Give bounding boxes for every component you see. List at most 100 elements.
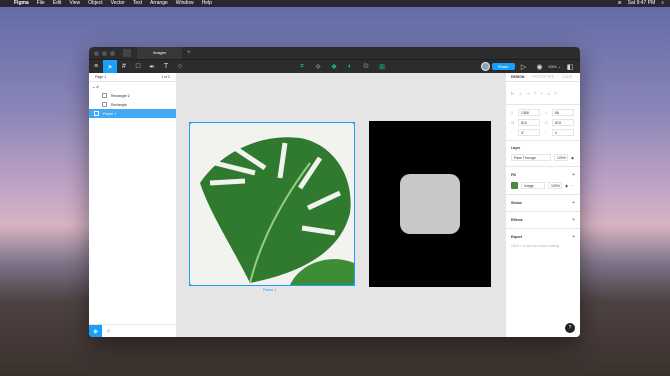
- share-button[interactable]: Share: [491, 63, 515, 70]
- monstera-leaf-image: [190, 123, 354, 285]
- rectangle-icon: [102, 93, 107, 98]
- corner-radius-field[interactable]: 0: [552, 129, 574, 136]
- search-icon[interactable]: ⌕: [661, 0, 664, 7]
- new-tab-button[interactable]: +: [187, 50, 191, 56]
- resize-handle[interactable]: [190, 123, 191, 124]
- rectangle-tool-icon[interactable]: □: [131, 60, 145, 74]
- rotation-icon: °: [511, 130, 513, 135]
- menu-text[interactable]: Text: [133, 0, 142, 7]
- fill-section-title: Fill: [511, 173, 517, 177]
- pages-header[interactable]: Page 1 1 of 2: [89, 73, 176, 82]
- stroke-section: Stroke +: [506, 195, 580, 212]
- home-icon[interactable]: [123, 49, 131, 57]
- close-window-button[interactable]: [94, 50, 99, 56]
- frame-layer-icon: [94, 111, 99, 116]
- toolbar-center-group: ⌗ ✥ ❖ ◐ ⧉ ⊞: [295, 60, 389, 74]
- layer-row[interactable]: ⌄ #: [89, 82, 176, 91]
- resize-icon[interactable]: ⊞: [375, 60, 389, 74]
- tab-prototype[interactable]: PROTOTYPE: [532, 75, 554, 79]
- mask-icon[interactable]: ◐: [343, 60, 357, 74]
- rotation-field[interactable]: 0°: [518, 129, 540, 136]
- align-bottom-icon[interactable]: ⊥: [547, 91, 550, 96]
- main-menu-icon[interactable]: ≡: [89, 60, 103, 74]
- menubar-clock: Sat 9:47 PM: [627, 0, 656, 6]
- pen-tool-icon[interactable]: ✒: [145, 60, 159, 74]
- zoom-dropdown[interactable]: 63% ⌄: [549, 64, 561, 69]
- layer-label: Frame 1: [103, 111, 117, 116]
- fill-type[interactable]: Image: [521, 182, 545, 189]
- zoom-window-button[interactable]: [110, 50, 115, 56]
- present-icon[interactable]: ▷: [517, 60, 531, 74]
- move-tool-icon[interactable]: ➤: [103, 59, 117, 74]
- text-tool-icon[interactable]: T: [159, 60, 173, 74]
- menu-object[interactable]: Object: [88, 0, 102, 7]
- create-component-icon[interactable]: ❖: [327, 60, 341, 74]
- align-left-icon[interactable]: ⊢: [511, 91, 514, 96]
- menu-window[interactable]: Window: [176, 0, 194, 7]
- black-frame[interactable]: [369, 121, 491, 287]
- height-field[interactable]: 813: [552, 119, 574, 126]
- align-right-icon[interactable]: ⊣: [526, 91, 529, 96]
- resize-handle[interactable]: [190, 284, 191, 285]
- effects-section: Effects +: [506, 212, 580, 229]
- comment-tool-icon[interactable]: ○: [173, 60, 187, 74]
- layer-section: Layer Pass Through 100% ◉: [506, 141, 580, 167]
- menu-app-name[interactable]: Figma: [14, 0, 29, 7]
- align-center-icon[interactable]: ⊥: [518, 91, 521, 96]
- align-top-icon[interactable]: ⊤: [533, 91, 536, 96]
- resize-handle[interactable]: [353, 123, 354, 124]
- add-fill-icon[interactable]: +: [572, 172, 575, 178]
- crop-icon[interactable]: ⌗: [295, 60, 309, 74]
- page-name: Page 1: [95, 75, 107, 79]
- add-effect-icon[interactable]: +: [572, 217, 575, 223]
- wifi-icon[interactable]: ≋: [617, 0, 621, 7]
- corner-radius-icon: ⌜: [545, 130, 547, 135]
- tab-code[interactable]: CODE: [562, 75, 572, 79]
- menu-edit[interactable]: Edit: [53, 0, 62, 7]
- add-export-icon[interactable]: +: [572, 234, 575, 240]
- fill-opacity-field[interactable]: 100%: [548, 182, 562, 189]
- rounded-rectangle[interactable]: [400, 174, 460, 234]
- frame-tool-icon[interactable]: #: [117, 60, 131, 74]
- add-stroke-icon[interactable]: +: [572, 200, 575, 206]
- layer-row[interactable]: Rectangle 2: [89, 91, 176, 100]
- component-icon[interactable]: ✥: [311, 60, 325, 74]
- menu-vector[interactable]: Vector: [111, 0, 125, 7]
- sidebar-toggle-icon[interactable]: ◧: [563, 60, 577, 74]
- width-field[interactable]: 813: [518, 119, 540, 126]
- x-field[interactable]: 1368: [518, 109, 540, 116]
- minimize-window-button[interactable]: [102, 50, 107, 56]
- properties-panel: DESIGN PROTOTYPE CODE ⊢ ⊥ ⊣ ⊤ ⊦ ⊥ ≡ X 136…: [505, 73, 580, 337]
- menu-arrange[interactable]: Arrange: [150, 0, 168, 7]
- rectangle-icon: [102, 102, 107, 107]
- layer-section-title: Layer: [511, 146, 521, 150]
- prop-key: W: [511, 120, 515, 125]
- tab-design[interactable]: DESIGN: [511, 75, 524, 79]
- blend-mode-select[interactable]: Pass Through: [511, 154, 551, 161]
- assets-tab-icon[interactable]: ✧: [106, 328, 111, 335]
- layer-row-selected[interactable]: Frame 1: [89, 109, 176, 118]
- y-field[interactable]: 86: [552, 109, 574, 116]
- boolean-icon[interactable]: ⧉: [359, 60, 373, 74]
- menu-file[interactable]: File: [37, 0, 45, 7]
- layer-opacity-field[interactable]: 100%: [554, 154, 568, 161]
- menu-help[interactable]: Help: [202, 0, 212, 7]
- file-tab[interactable]: Images: [137, 47, 183, 59]
- fill-visibility-icon[interactable]: ◉: [565, 184, 568, 188]
- layer-label: Rectangle: [111, 102, 127, 107]
- visibility-icon[interactable]: ◉: [571, 156, 574, 160]
- selected-frame-image[interactable]: [189, 122, 355, 286]
- canvas[interactable]: Frame 1: [177, 73, 505, 337]
- fill-image-thumbnail[interactable]: [511, 182, 518, 189]
- layers-tab-icon[interactable]: ◈: [89, 324, 102, 337]
- remove-fill-icon[interactable]: −: [571, 184, 573, 188]
- help-button[interactable]: ?: [565, 323, 575, 333]
- menu-view[interactable]: View: [69, 0, 80, 7]
- distribute-icon[interactable]: ≡: [555, 91, 557, 96]
- view-icon[interactable]: ◉: [533, 60, 547, 74]
- layer-row[interactable]: Rectangle: [89, 100, 176, 109]
- align-middle-icon[interactable]: ⊦: [541, 91, 543, 96]
- export-section-title: Export: [511, 235, 523, 239]
- resize-handle[interactable]: [353, 284, 354, 285]
- avatar[interactable]: [480, 62, 490, 71]
